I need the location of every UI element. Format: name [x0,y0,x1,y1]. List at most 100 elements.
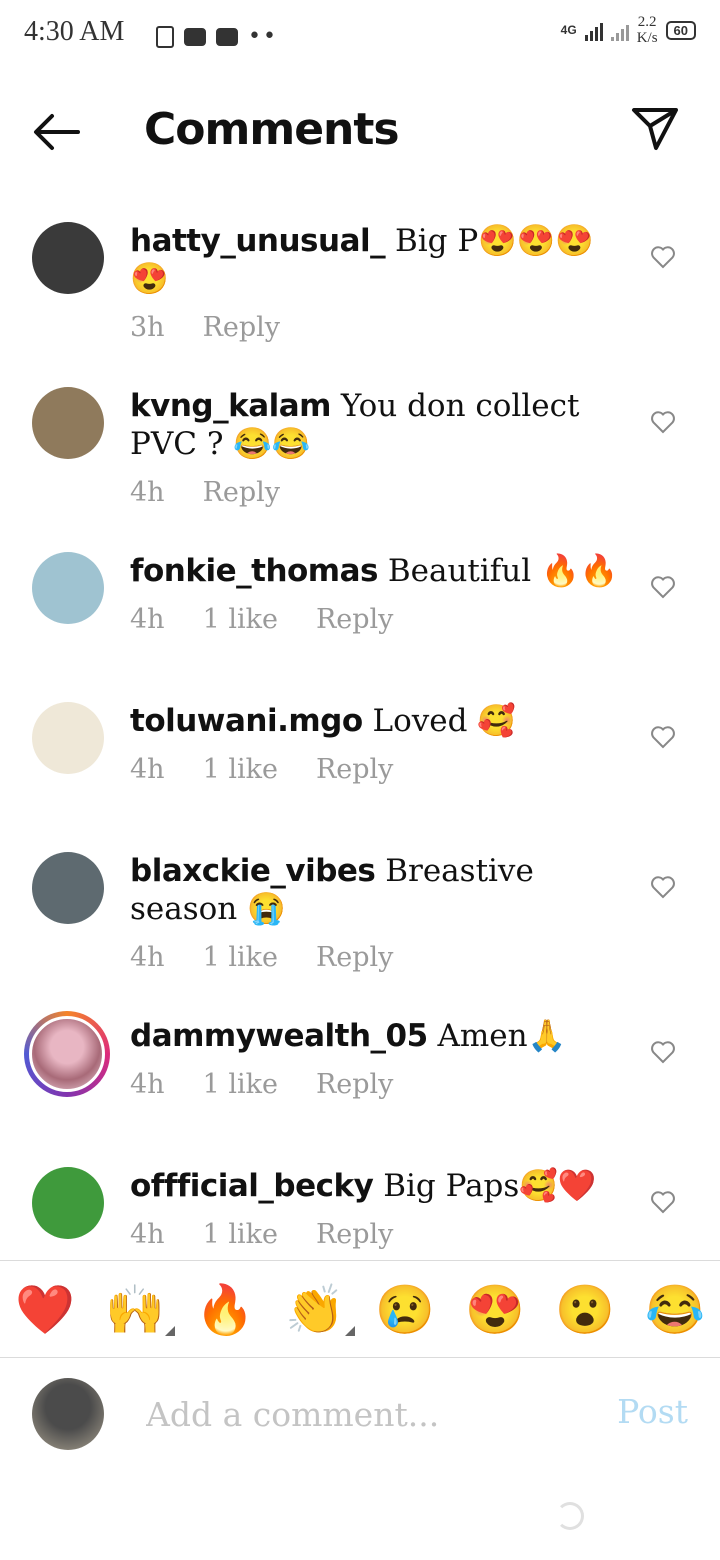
header: Comments [0,90,720,180]
comment-body: Big Paps🥰❤️ [373,1168,597,1204]
commenter-avatar[interactable] [32,222,104,294]
comment-meta: 4h 1 like Reply [130,1069,620,1100]
comment-username[interactable]: kvng_kalam [130,388,331,424]
comment-likes[interactable]: 1 like [203,604,278,635]
comment-text: blaxckie_vibes Breastive season 😭 [130,852,620,928]
reply-button[interactable]: Reply [316,1219,393,1250]
post-button[interactable]: Post [617,1392,688,1431]
gamepad-icon [216,27,238,46]
commenter-avatar[interactable] [32,387,104,459]
comment-likes[interactable]: 1 like [203,1219,278,1250]
comment-meta: 4h 1 like Reply [130,754,620,785]
comment-item: offficial_becky Big Paps🥰❤️ 4h 1 like Reply [0,1145,720,1258]
comment-username[interactable]: toluwani.mgo [130,703,363,739]
page-title: Comments [144,104,400,155]
home-gesture-icon[interactable] [556,1502,584,1530]
send-icon [632,108,678,150]
skin-tone-indicator-icon [164,1325,175,1336]
comment-time: 4h [130,754,165,785]
comment-meta: 4h Reply [130,477,620,508]
user-avatar [32,1378,104,1450]
commenter-avatar[interactable] [32,1167,104,1239]
like-button[interactable] [650,409,676,435]
comment-meta: 4h 1 like Reply [130,604,620,635]
comment-username[interactable]: blaxckie_vibes [130,853,376,889]
comment-likes[interactable]: 1 like [203,942,278,973]
reaction-emoji[interactable]: 😮 [555,1281,615,1338]
comment-text: kvng_kalam You don collect PVC ? 😂😂 [130,387,620,463]
skin-tone-indicator-icon [344,1325,355,1336]
comment-time: 4h [130,477,165,508]
comment-composer: Post [0,1358,720,1468]
comment-meta: 3h Reply [130,312,620,343]
commenter-avatar[interactable] [32,852,104,924]
reply-button[interactable]: Reply [203,312,280,343]
heart-icon [651,1041,675,1064]
notification-icons: •• [156,24,278,49]
commenter-avatar[interactable] [32,552,104,624]
like-button[interactable] [650,574,676,600]
heart-icon [651,576,675,599]
comment-time: 3h [130,312,165,343]
status-right: 4G 2.2 K/s 60 [561,14,696,46]
comment-username[interactable]: offficial_becky [130,1168,374,1204]
comment-item: dammywealth_05 Amen🙏 4h 1 like Reply [0,995,720,1145]
comment-username[interactable]: hatty_unusual_ [130,223,386,259]
comment-username[interactable]: dammywealth_05 [130,1018,428,1054]
reaction-emoji[interactable]: 😢 [375,1281,435,1338]
comment-text: hatty_unusual_ Big P😍😍😍😍 [130,222,620,298]
reaction-emoji[interactable]: 🙌 [105,1281,175,1338]
commenter-avatar[interactable] [24,1011,110,1097]
heart-icon [651,246,675,269]
comment-meta: 4h 1 like Reply [130,942,620,973]
divider [0,1260,720,1261]
comment-meta: 4h 1 like Reply [130,1219,620,1250]
reply-button[interactable]: Reply [316,1069,393,1100]
reaction-emoji[interactable]: ❤️ [15,1281,75,1338]
signal-icon [584,19,629,41]
comment-likes[interactable]: 1 like [203,1069,278,1100]
status-bar: 4:30 AM •• 4G 2.2 K/s 60 [0,0,720,72]
heart-icon [651,1191,675,1214]
like-button[interactable] [650,724,676,750]
message-icon [184,27,206,46]
reaction-emoji[interactable]: 🔥 [195,1281,255,1338]
more-dots-icon: •• [248,24,278,49]
comment-text: dammywealth_05 Amen🙏 [130,1017,620,1055]
arrow-left-icon [34,114,80,150]
reaction-emoji[interactable]: 😍 [465,1281,525,1338]
comment-item: toluwani.mgo Loved 🥰 4h 1 like Reply [0,680,720,830]
comment-time: 4h [130,604,165,635]
comment-input[interactable] [146,1386,596,1442]
reaction-emoji[interactable]: 😂 [645,1281,705,1338]
comment-item: blaxckie_vibes Breastive season 😭 4h 1 lik… [0,830,720,995]
quick-reactions: ❤️ 🙌 🔥 👏 😢 😍 😮 😂 [0,1262,720,1356]
reply-button[interactable]: Reply [316,754,393,785]
commenter-avatar[interactable] [32,702,104,774]
comment-time: 4h [130,1219,165,1250]
back-button[interactable] [30,110,82,154]
heart-icon [651,726,675,749]
comment-time: 4h [130,1069,165,1100]
reply-button[interactable]: Reply [316,604,393,635]
like-button[interactable] [650,1189,676,1215]
comment-body: Loved 🥰 [362,703,516,739]
comment-item: kvng_kalam You don collect PVC ? 😂😂 4h Rep… [0,365,720,530]
like-button[interactable] [650,1039,676,1065]
heart-icon [651,876,675,899]
comment-username[interactable]: fonkie_thomas [130,553,378,589]
status-time: 4:30 AM [24,16,125,47]
comment-item: hatty_unusual_ Big P😍😍😍😍 3h Reply [0,200,720,365]
reaction-emoji[interactable]: 👏 [285,1281,355,1338]
comment-item: fonkie_thomas Beautiful 🔥🔥 4h 1 like Reply [0,530,720,680]
comment-likes[interactable]: 1 like [203,754,278,785]
network-type: 4G [560,23,577,37]
like-button[interactable] [650,244,676,270]
comment-body: Beautiful 🔥🔥 [377,553,619,589]
comments-list[interactable]: hatty_unusual_ Big P😍😍😍😍 3h Reply kvng_kala… [0,200,720,1258]
like-button[interactable] [650,874,676,900]
reply-button[interactable]: Reply [203,477,280,508]
reply-button[interactable]: Reply [316,942,393,973]
comment-text: toluwani.mgo Loved 🥰 [130,702,620,740]
share-button[interactable] [630,104,680,154]
